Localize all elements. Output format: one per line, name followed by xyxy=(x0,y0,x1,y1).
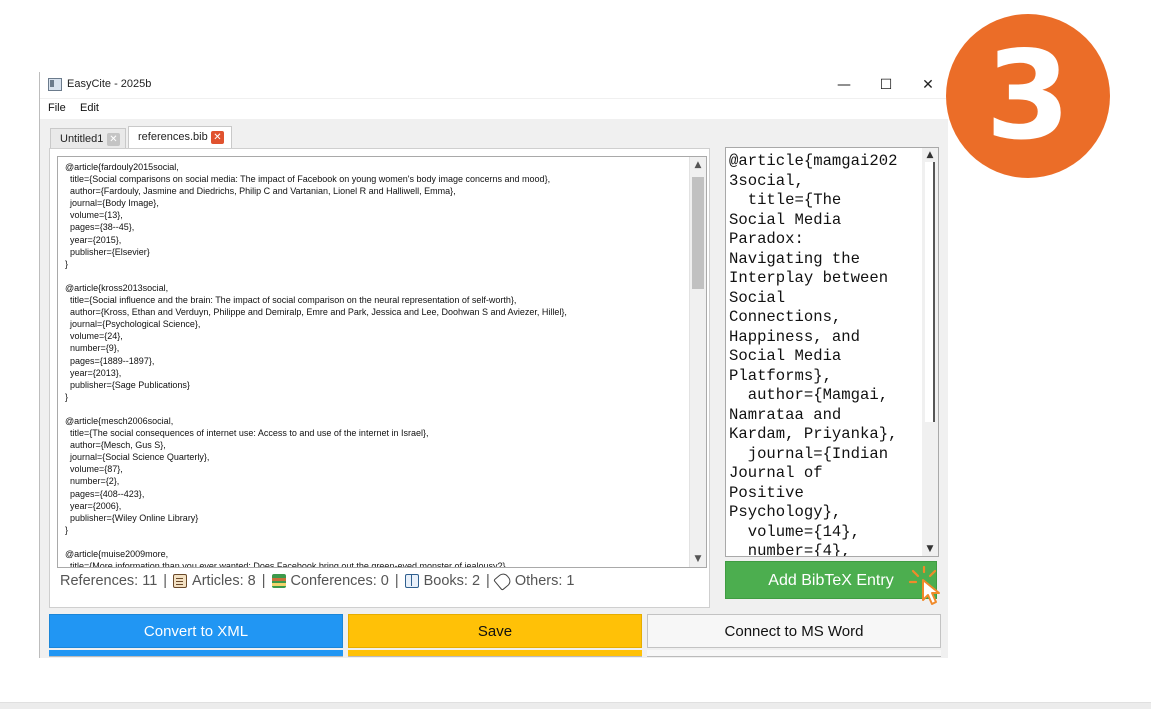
step-number-badge: 3 xyxy=(946,14,1110,178)
scroll-down-icon[interactable]: ▼ xyxy=(922,542,938,556)
bibtex-editor[interactable]: @article{fardouly2015social, title={Soci… xyxy=(57,156,707,568)
convert-to-xml-button[interactable]: Convert to XML xyxy=(49,614,343,648)
stats-separator: | xyxy=(261,573,266,589)
scroll-down-icon[interactable]: ▼ xyxy=(690,551,706,567)
scroll-up-icon[interactable]: ▲ xyxy=(922,148,938,162)
menu-edit[interactable]: Edit xyxy=(80,102,99,114)
editor-scroll-thumb[interactable] xyxy=(692,177,704,289)
tab-close-icon[interactable]: ✕ xyxy=(211,131,224,144)
close-button[interactable]: ✕ xyxy=(907,73,949,97)
tab-label: Untitled1 xyxy=(60,133,104,145)
add-bibtex-entry-button[interactable]: Add BibTeX Entry xyxy=(725,561,937,599)
bibliography-panel: @article{fardouly2015social, title={Soci… xyxy=(49,148,710,608)
stats-separator: | xyxy=(394,573,399,589)
articles-count: Articles: 8 xyxy=(192,573,256,589)
bibtex-editor-text[interactable]: @article{fardouly2015social, title={Soci… xyxy=(65,161,685,567)
app-icon xyxy=(48,78,62,91)
click-pointer-icon xyxy=(908,566,940,605)
tab-references-bib[interactable]: references.bib ✕ xyxy=(128,126,232,150)
books-icon xyxy=(271,574,286,588)
reference-stats: References: 11 | Articles: 8 | Conferenc… xyxy=(60,569,574,593)
tab-label: references.bib xyxy=(138,131,208,143)
references-count: References: 11 xyxy=(60,573,158,589)
stats-separator: | xyxy=(163,573,168,589)
menu-file[interactable]: File xyxy=(48,102,66,114)
menu-bar: File Edit xyxy=(40,99,948,119)
tag-icon xyxy=(492,571,513,591)
title-bar: EasyCite - 2025b — ☐ ✕ xyxy=(40,72,948,98)
others-count: Others: 1 xyxy=(514,573,575,589)
word-button-shadow xyxy=(647,650,941,657)
stats-separator: | xyxy=(486,573,490,589)
tab-close-icon[interactable]: ✕ xyxy=(107,133,120,146)
save-button[interactable]: Save xyxy=(348,614,642,648)
tab-untitled1[interactable]: Untitled1 ✕ xyxy=(50,128,126,150)
minimize-button[interactable]: — xyxy=(823,73,865,97)
maximize-button[interactable]: ☐ xyxy=(865,73,907,97)
connect-ms-word-button[interactable]: Connect to MS Word xyxy=(647,614,941,648)
bibtex-entry-input[interactable]: @article{mamgai202 3social, title={The S… xyxy=(725,147,939,557)
conferences-count: Conferences: 0 xyxy=(290,573,389,589)
window-title: EasyCite - 2025b xyxy=(67,78,152,90)
scroll-icon xyxy=(173,574,188,588)
entry-scrollbar[interactable]: ▲ ▼ xyxy=(922,148,938,556)
scroll-up-icon[interactable]: ▲ xyxy=(690,157,706,173)
app-window: EasyCite - 2025b — ☐ ✕ File Edit Untitle… xyxy=(39,72,948,658)
books-count: Books: 2 xyxy=(423,573,481,589)
save-button-shadow xyxy=(348,650,642,657)
entry-scroll-thumb[interactable] xyxy=(925,162,935,422)
bibtex-entry-text[interactable]: @article{mamgai202 3social, title={The S… xyxy=(729,152,919,556)
editor-scrollbar[interactable]: ▲ ▼ xyxy=(689,157,706,567)
book-icon xyxy=(404,574,419,588)
xml-button-shadow xyxy=(49,650,343,657)
